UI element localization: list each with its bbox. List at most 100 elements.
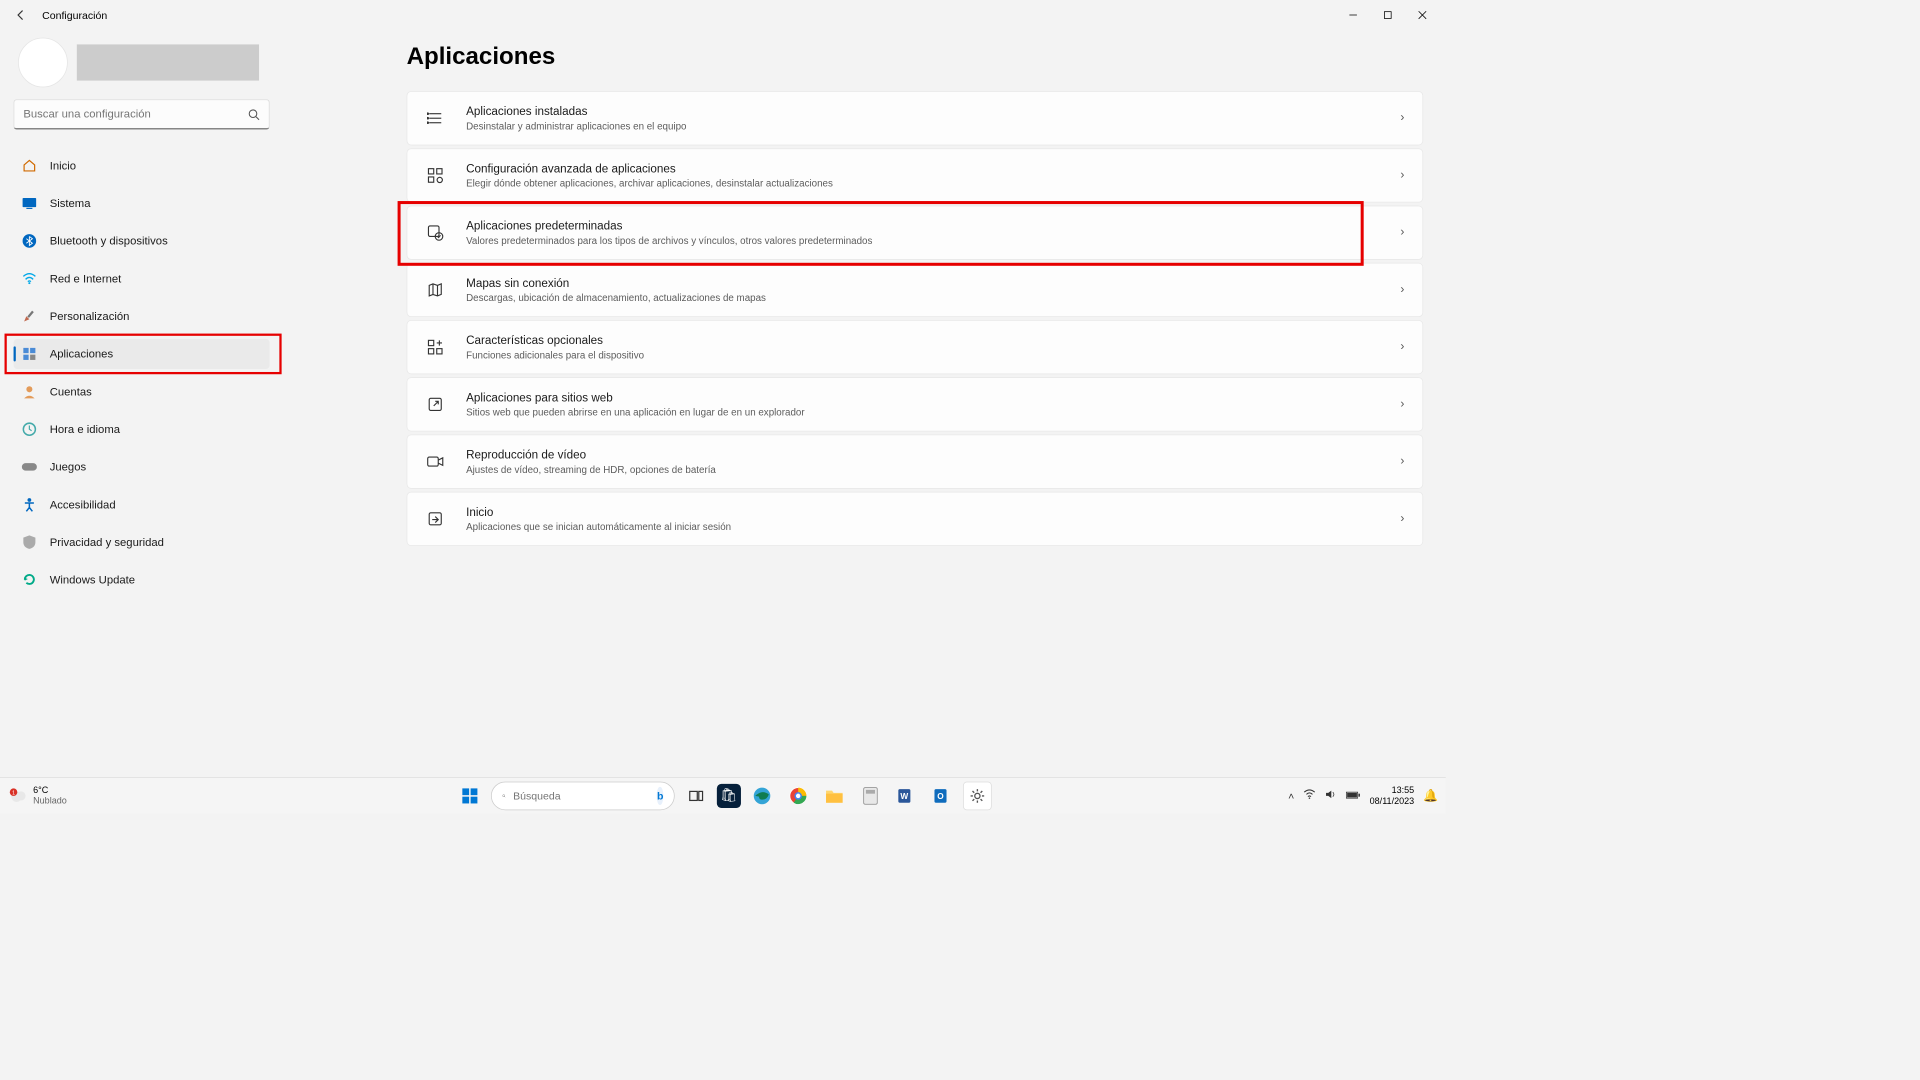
card-desc: Desinstalar y administrar aplicaciones e…	[466, 120, 1400, 131]
card-title: Aplicaciones instaladas	[466, 105, 1400, 121]
nav-item-inicio[interactable]: Inicio	[14, 151, 270, 181]
card-default-apps[interactable]: Aplicaciones predeterminadasValores pred…	[407, 206, 1424, 260]
accessibility-icon	[21, 496, 38, 513]
chevron-right-icon: ›	[1400, 226, 1404, 240]
nav-item-aplicaciones[interactable]: Aplicaciones	[14, 339, 270, 369]
taskbar-app-edge[interactable]	[747, 780, 777, 810]
card-title: Características opcionales	[466, 334, 1400, 350]
nav-label: Juegos	[50, 460, 86, 473]
nav-item-sistema[interactable]: Sistema	[14, 188, 270, 218]
nav-item-hora[interactable]: Hora e idioma	[14, 414, 270, 444]
tray-wifi-icon[interactable]	[1303, 789, 1315, 802]
chevron-right-icon: ›	[1400, 512, 1404, 526]
card-desc: Valores predeterminados para los tipos d…	[466, 235, 1400, 246]
bing-icon[interactable]: b	[657, 787, 663, 805]
back-button[interactable]	[6, 0, 36, 30]
time-icon	[21, 421, 38, 438]
nav-item-update[interactable]: Windows Update	[14, 565, 270, 595]
arrow-left-icon	[15, 9, 27, 21]
card-optional-features[interactable]: Características opcionalesFunciones adic…	[407, 320, 1424, 374]
nav-item-personalization[interactable]: Personalización	[14, 301, 270, 331]
taskbar-app-store[interactable]: 🛍	[717, 783, 741, 807]
nav-label: Hora e idioma	[50, 423, 120, 436]
nav-label: Cuentas	[50, 385, 92, 398]
taskbar-app-chrome[interactable]	[783, 780, 813, 810]
card-apps-for-websites[interactable]: Aplicaciones para sitios webSitios web q…	[407, 377, 1424, 431]
nav-label: Privacidad y seguridad	[50, 536, 164, 549]
nav-label: Aplicaciones	[50, 348, 113, 361]
card-desc: Descargas, ubicación de almacenamiento, …	[466, 292, 1400, 303]
wifi-icon	[21, 270, 38, 287]
window-title: Configuración	[42, 9, 107, 21]
weather-icon: 1	[9, 786, 29, 806]
card-video-playback[interactable]: Reproducción de vídeoAjustes de vídeo, s…	[407, 434, 1424, 488]
nav-label: Accesibilidad	[50, 498, 116, 511]
card-offline-maps[interactable]: Mapas sin conexiónDescargas, ubicación d…	[407, 263, 1424, 317]
nav-item-red[interactable]: Red e Internet	[14, 264, 270, 294]
search-icon	[248, 108, 260, 120]
taskbar-weather[interactable]: 1 6°C Nublado	[0, 786, 67, 806]
tray-battery-icon[interactable]	[1346, 790, 1361, 802]
search-icon	[502, 790, 505, 802]
taskbar-app-explorer[interactable]	[819, 780, 849, 810]
nav-label: Bluetooth y dispositivos	[50, 235, 168, 248]
card-desc: Ajustes de vídeo, streaming de HDR, opci…	[466, 464, 1400, 475]
taskbar-app-calculator[interactable]	[855, 780, 885, 810]
chevron-right-icon: ›	[1400, 340, 1404, 354]
settings-search[interactable]	[14, 99, 270, 129]
card-desc: Funciones adicionales para el dispositiv…	[466, 349, 1400, 360]
video-icon	[425, 455, 445, 469]
main-content: Aplicaciones Aplicaciones instaladasDesi…	[279, 30, 1446, 777]
nav-item-bluetooth[interactable]: Bluetooth y dispositivos	[14, 226, 270, 256]
svg-text:W: W	[900, 792, 908, 801]
tray-date: 08/11/2023	[1370, 796, 1415, 807]
tray-chevron-up-icon[interactable]: ˄	[1288, 790, 1294, 802]
tray-volume-icon[interactable]	[1324, 789, 1336, 802]
card-advanced-apps[interactable]: Configuración avanzada de aplicacionesEl…	[407, 148, 1424, 202]
sidebar: Inicio Sistema Bluetooth y dispositivos …	[0, 30, 279, 777]
task-view-button[interactable]	[681, 780, 711, 810]
taskbar-search[interactable]: b	[491, 781, 675, 810]
nav-item-privacidad[interactable]: Privacidad y seguridad	[14, 527, 270, 557]
card-startup[interactable]: InicioAplicaciones que se inician automá…	[407, 492, 1424, 546]
nav-label: Sistema	[50, 197, 91, 210]
maximize-button[interactable]	[1370, 3, 1405, 27]
card-installed-apps[interactable]: Aplicaciones instaladasDesinstalar y adm…	[407, 91, 1424, 145]
features-icon	[425, 339, 445, 356]
taskbar-app-word[interactable]: W	[892, 780, 922, 810]
gaming-icon	[21, 459, 38, 476]
apps-icon	[21, 346, 38, 363]
chevron-right-icon: ›	[1400, 283, 1404, 297]
card-title: Inicio	[466, 505, 1400, 521]
nav-label: Personalización	[50, 310, 130, 323]
nav-item-accesibilidad[interactable]: Accesibilidad	[14, 489, 270, 519]
taskbar-app-settings[interactable]	[964, 782, 991, 809]
nav-item-juegos[interactable]: Juegos	[14, 452, 270, 482]
map-icon	[425, 282, 445, 299]
avatar	[18, 38, 68, 88]
svg-text:1: 1	[12, 790, 15, 796]
card-title: Reproducción de vídeo	[466, 448, 1400, 464]
close-button[interactable]	[1405, 3, 1440, 27]
brush-icon	[21, 308, 38, 325]
account-block[interactable]	[14, 38, 270, 88]
card-title: Mapas sin conexión	[466, 276, 1400, 292]
svg-text:O: O	[937, 792, 944, 801]
startup-icon	[425, 511, 445, 528]
taskbar-app-outlook[interactable]: O	[928, 780, 958, 810]
card-title: Configuración avanzada de aplicaciones	[466, 162, 1400, 178]
open-external-icon	[425, 396, 445, 413]
system-icon	[21, 195, 38, 212]
start-button[interactable]	[455, 780, 485, 810]
card-title: Aplicaciones para sitios web	[466, 391, 1400, 407]
tray-clock[interactable]: 13:55 08/11/2023	[1370, 785, 1415, 807]
taskbar-search-input[interactable]	[513, 790, 649, 802]
chevron-right-icon: ›	[1400, 111, 1404, 125]
tray-notifications-icon[interactable]: 🔔	[1423, 788, 1438, 803]
nav-item-cuentas[interactable]: Cuentas	[14, 377, 270, 407]
default-apps-icon	[425, 224, 445, 241]
taskbar-center: b 🛍 W O	[455, 780, 991, 810]
search-input[interactable]	[23, 108, 247, 121]
minimize-button[interactable]	[1336, 3, 1371, 27]
shield-icon	[21, 534, 38, 551]
